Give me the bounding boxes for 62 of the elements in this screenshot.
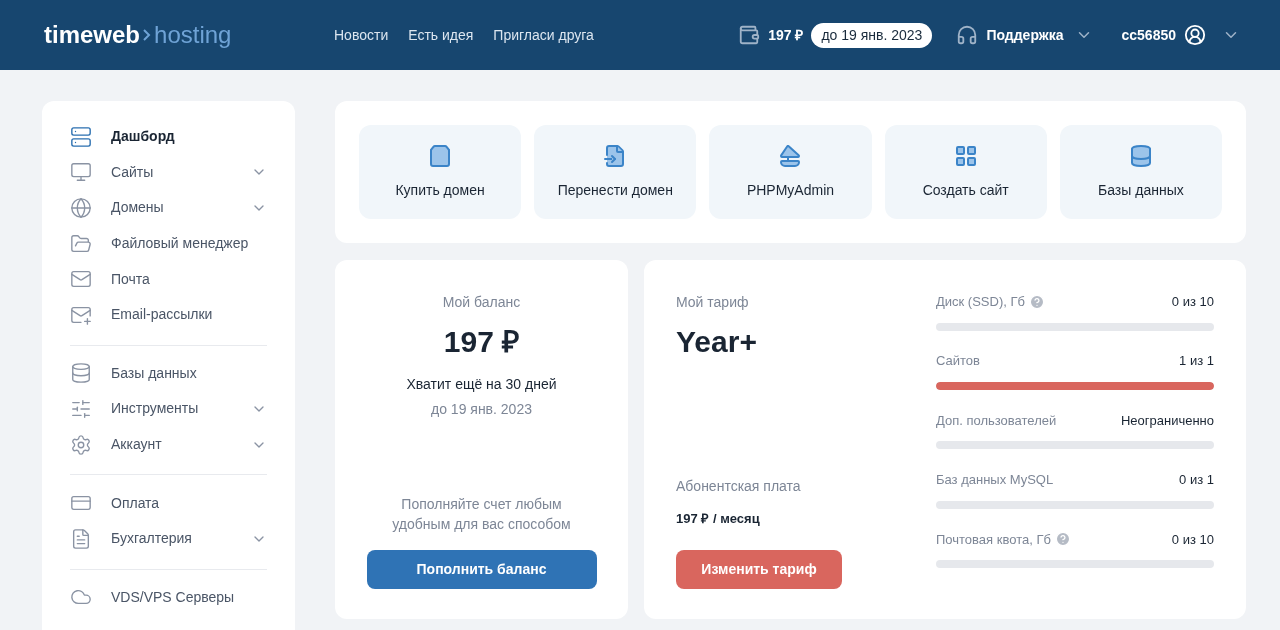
- sidebar-item[interactable]: Почта: [70, 261, 267, 297]
- monitor-icon: [70, 161, 92, 184]
- quota-label: Доп. пользователей: [936, 411, 1057, 430]
- sidebar-item[interactable]: Дашборд: [70, 119, 267, 155]
- fee-amount: 197 ₽ / месяц: [676, 509, 760, 528]
- quick-action-tile[interactable]: Базы данных: [1059, 125, 1222, 219]
- sidebar-item[interactable]: Сайты: [70, 154, 267, 191]
- folder-icon: [70, 232, 92, 255]
- support-menu[interactable]: Поддержка: [986, 24, 1094, 46]
- quota-reading: 0 из 10: [1171, 293, 1214, 311]
- sidebar-item[interactable]: Email-рассылки: [70, 296, 267, 333]
- server-icon: [70, 125, 92, 148]
- balance-until: до 19 янв. 2023: [431, 400, 532, 419]
- chevron-logo-icon: [142, 28, 153, 42]
- quota-reading: 0 из 10: [1171, 530, 1214, 549]
- globe-icon: [70, 197, 92, 219]
- settings-icon: [70, 433, 92, 456]
- balance-days-left: Хватит ещё на 30 дней: [406, 375, 557, 394]
- quick-action-tile[interactable]: PHPMyAdmin: [709, 125, 872, 219]
- sailboat-icon: [778, 143, 803, 168]
- sidebar-item[interactable]: Оплата: [70, 485, 267, 521]
- document-icon: [70, 527, 92, 550]
- nav-link[interactable]: Пригласи друга: [493, 24, 594, 46]
- user-avatar-icon: [1184, 24, 1206, 46]
- sidebar-item[interactable]: Базы данных: [70, 355, 267, 392]
- quota-label: Баз данных MySQL: [936, 471, 1054, 490]
- sliders-icon: [70, 397, 92, 420]
- quota-reading: 0 из 1: [1179, 471, 1214, 490]
- nav-link[interactable]: Новости: [334, 24, 389, 46]
- database-icon: [70, 362, 92, 385]
- balance-date-badge: до 19 янв. 2023: [811, 22, 933, 48]
- logo-brand: timeweb: [44, 20, 141, 50]
- user-menu[interactable]: cc56850: [1121, 24, 1240, 46]
- balance-title: Мой баланс: [442, 293, 521, 312]
- database-icon: [1128, 143, 1153, 168]
- headphones-icon: [956, 24, 979, 46]
- nav-link[interactable]: Есть идея: [408, 24, 474, 46]
- sidebar-item[interactable]: Домены: [70, 190, 267, 226]
- quota-label: Диск (SSD), Гб: [936, 292, 1045, 312]
- help-icon: [1054, 531, 1071, 548]
- sidebar-item[interactable]: VDS/VPS Серверы: [70, 579, 267, 616]
- quota-label: Почтовая квота, Гб: [936, 529, 1071, 550]
- balance-hint: Пополняйте счет любым удобным для вас способом: [391, 495, 572, 534]
- sidebar-item[interactable]: Бухгалтерия: [70, 520, 267, 557]
- quick-action-tile[interactable]: Создать сайт: [884, 125, 1047, 219]
- top-up-button[interactable]: Пополнить баланс: [366, 550, 597, 589]
- balance-amount: 197 ₽: [768, 25, 804, 45]
- tariff-title: Мой тариф: [676, 293, 749, 312]
- quick-action-tile[interactable]: Перенести домен: [534, 125, 697, 219]
- help-icon: [1028, 293, 1045, 310]
- balance-amount: 197 ₽: [443, 324, 520, 360]
- quota-reading: 1 из 1: [1179, 352, 1214, 371]
- fee-label: Абонентская плата: [676, 476, 801, 496]
- quota-reading: Неограниченно: [1120, 411, 1214, 430]
- quick-action-tile[interactable]: Купить домен: [359, 125, 522, 219]
- sidebar-item[interactable]: Файловый менеджер: [70, 225, 267, 262]
- sidebar-item[interactable]: Аккаунт: [70, 426, 267, 463]
- quota-label: Сайтов: [936, 352, 980, 371]
- logo-product: hosting: [154, 20, 232, 50]
- sidebar-item[interactable]: Инструменты: [70, 391, 267, 427]
- wallet-icon: [738, 24, 761, 46]
- tariff-name: Year+: [676, 324, 757, 360]
